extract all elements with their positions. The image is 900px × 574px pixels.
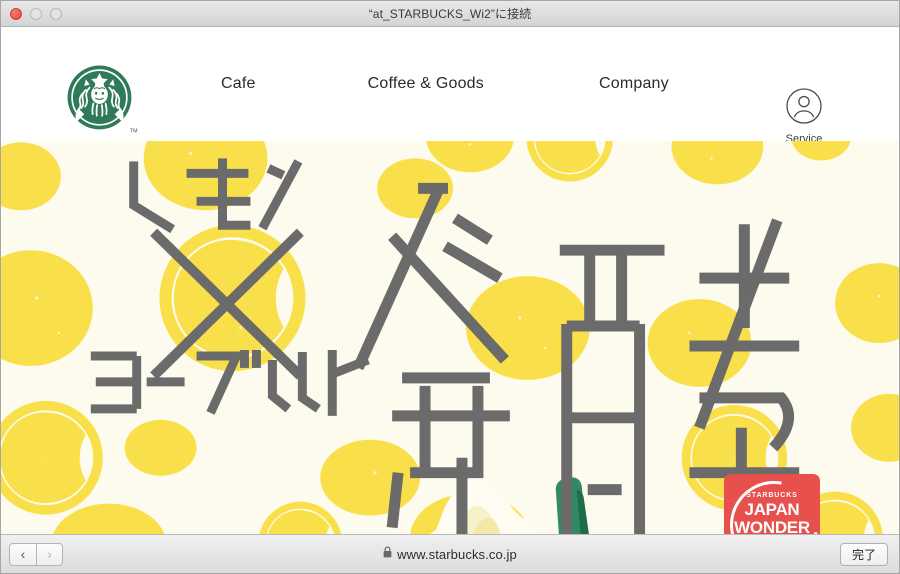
address-display: www.starbucks.co.jp bbox=[1, 545, 899, 563]
web-content-area: TM Cafe Coffee & Goods Company Service S… bbox=[1, 27, 899, 534]
service-menu-button[interactable]: Service bbox=[774, 87, 834, 145]
user-circle-icon bbox=[785, 87, 823, 130]
badge-brand: STARBUCKS bbox=[746, 491, 798, 499]
hero-banner[interactable]: STARBUCKS JAPAN WONDER PROJECT bbox=[1, 141, 899, 534]
nav-item-coffee-and-goods[interactable]: Coffee & Goods bbox=[368, 75, 484, 93]
forward-button[interactable]: › bbox=[36, 542, 63, 566]
primary-navigation: Cafe Coffee & Goods Company bbox=[191, 27, 669, 141]
url-text: www.starbucks.co.jp bbox=[397, 546, 517, 562]
logo-trademark: TM bbox=[130, 128, 138, 134]
window-title: “at_STARBUCKS_Wi2”に接続 bbox=[368, 7, 532, 21]
browser-bottom-bar: ‹ › www.starbucks.co.jp 完了 bbox=[1, 534, 899, 573]
japan-wonder-project-badge[interactable]: STARBUCKS JAPAN WONDER PROJECT bbox=[724, 474, 820, 534]
nav-item-cafe[interactable]: Cafe bbox=[221, 75, 256, 93]
zoom-button[interactable] bbox=[50, 7, 62, 20]
badge-text: STARBUCKS JAPAN WONDER PROJECT bbox=[733, 492, 811, 534]
done-button[interactable]: 完了 bbox=[840, 542, 888, 566]
traffic-light-group bbox=[10, 1, 62, 26]
badge-line-1: JAPAN bbox=[744, 499, 800, 519]
close-button[interactable] bbox=[10, 7, 22, 20]
site-header: TM Cafe Coffee & Goods Company Service bbox=[1, 27, 899, 145]
captive-portal-window: “at_STARBUCKS_Wi2”に接続 TM Cafe Coffee & G… bbox=[0, 0, 900, 574]
starbucks-siren-logo[interactable]: TM bbox=[63, 61, 139, 137]
badge-line-2: WONDER bbox=[734, 517, 810, 534]
lock-icon bbox=[383, 545, 392, 563]
window-title-bar: “at_STARBUCKS_Wi2”に接続 bbox=[1, 1, 899, 27]
navigation-buttons: ‹ › bbox=[9, 542, 63, 566]
back-button[interactable]: ‹ bbox=[9, 542, 36, 566]
minimize-button[interactable] bbox=[30, 7, 42, 20]
nav-item-company[interactable]: Company bbox=[599, 75, 669, 93]
